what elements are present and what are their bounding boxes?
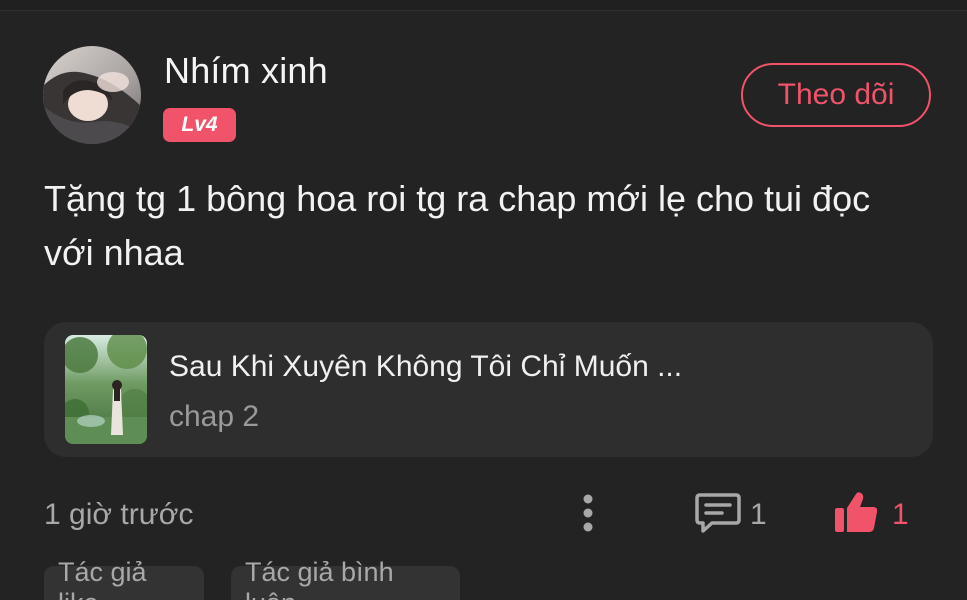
story-card[interactable]: Sau Khi Xuyên Không Tôi Chỉ Muốn ... cha… [44, 322, 933, 457]
level-badge: Lv4 [163, 108, 236, 142]
follow-button[interactable]: Theo dõi [741, 63, 931, 127]
story-title: Sau Khi Xuyên Không Tôi Chỉ Muốn ... [169, 350, 683, 383]
comment-timestamp: 1 giờ trước [44, 498, 194, 531]
comment-item: Nhím xinh Lv4 Theo dõi Tặng tg 1 bông ho… [0, 0, 967, 600]
story-chapter: chap 2 [169, 400, 260, 433]
story-cover-image [65, 335, 147, 444]
more-options-button[interactable] [572, 492, 604, 536]
author-like-tag: Tác giả like [44, 557, 204, 600]
reply-count: 1 [750, 498, 767, 531]
avatar-image [43, 46, 141, 144]
username[interactable]: Nhím xinh [164, 50, 328, 92]
more-vertical-icon [583, 494, 593, 532]
reply-button[interactable]: 1 [694, 490, 784, 540]
user-avatar[interactable] [43, 46, 141, 144]
top-divider [0, 0, 967, 11]
like-count: 1 [892, 498, 909, 531]
author-comment-tag: Tác giả bình luận [231, 557, 460, 600]
comment-text: Tặng tg 1 bông hoa roi tg ra chap mới lẹ… [44, 178, 871, 273]
thumbs-up-icon [835, 492, 878, 532]
like-button[interactable]: 1 [832, 488, 922, 540]
comment-icon [695, 493, 741, 533]
